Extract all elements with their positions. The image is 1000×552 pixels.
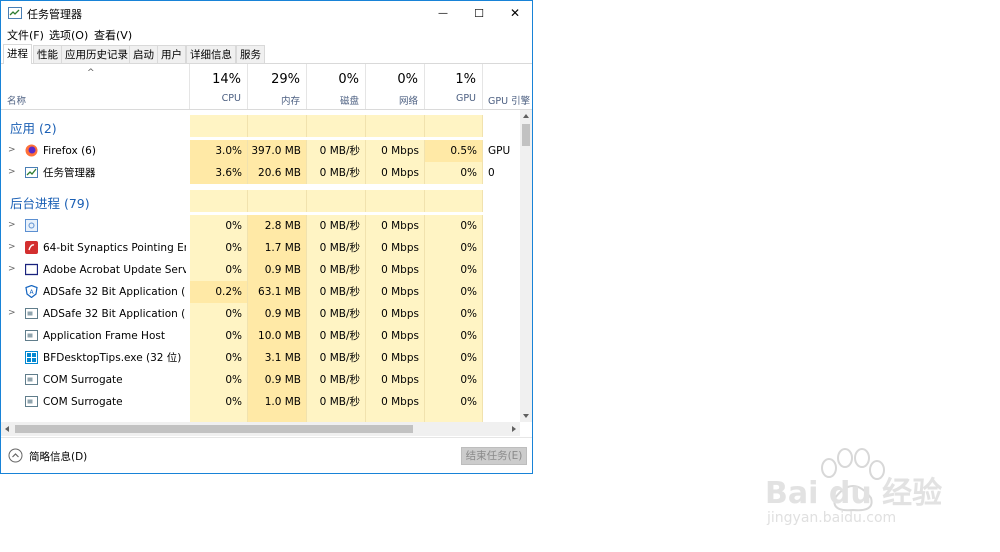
column-header-name[interactable]: ^ 名称 bbox=[1, 64, 190, 109]
application-window-icon bbox=[25, 308, 38, 319]
maximize-icon: ☐ bbox=[474, 6, 484, 20]
task-manager-icon bbox=[8, 7, 22, 19]
window-title: 任务管理器 bbox=[27, 8, 82, 21]
table-row[interactable]: > 64-bit Synaptics Pointing Enh... 0% 1.… bbox=[1, 237, 520, 259]
horizontal-scrollbar[interactable] bbox=[1, 422, 520, 436]
group-label-background: 后台进程 (79) bbox=[10, 196, 90, 211]
group-header-background[interactable]: 后台进程 (79) bbox=[1, 190, 520, 212]
task-manager-icon bbox=[25, 167, 38, 178]
close-button[interactable]: ✕ bbox=[497, 1, 532, 25]
tab-details[interactable]: 详细信息 bbox=[186, 45, 236, 63]
grid-app-icon bbox=[25, 351, 38, 364]
synaptics-icon bbox=[25, 241, 38, 254]
watermark-url: jingyan.baidu.com bbox=[767, 510, 897, 526]
application-window-icon bbox=[25, 330, 38, 341]
table-row[interactable]: BFDesktopTips.exe (32 位) 0% 3.1 MB 0 MB/… bbox=[1, 347, 520, 369]
column-header-gpu-engine[interactable]: GPU 引擎 bbox=[483, 64, 532, 109]
group-label-apps: 应用 (2) bbox=[10, 121, 57, 136]
scrollbar-graphics bbox=[522, 114, 530, 418]
table-row[interactable]: > Adobe Acrobat Update Servi... 0% 0.9 M… bbox=[1, 259, 520, 281]
expand-chevron-icon[interactable]: > bbox=[8, 167, 16, 177]
hscroll-thumb bbox=[15, 425, 413, 433]
table-row[interactable]: > Firefox (6) 3.0% 397.0 MB 0 MB/秒 0 Mbp… bbox=[1, 140, 520, 179]
scroll-left-icon bbox=[5, 426, 9, 432]
firefox-icon bbox=[25, 144, 38, 157]
menu-file[interactable]: 文件(F) bbox=[7, 27, 44, 43]
minimize-button[interactable]: — bbox=[425, 1, 461, 25]
tab-performance[interactable]: 性能 bbox=[33, 45, 62, 63]
tab-bar: 进程 性能 应用历史记录 启动 用户 详细信息 服务 bbox=[1, 44, 532, 64]
window-service-icon bbox=[25, 263, 38, 276]
shield-icon: A bbox=[25, 285, 38, 298]
scroll-right-icon bbox=[512, 426, 516, 432]
tab-services[interactable]: 服务 bbox=[236, 45, 265, 63]
expand-chevron-icon[interactable]: > bbox=[8, 308, 16, 318]
column-header-disk[interactable]: 0% 磁盘 bbox=[307, 64, 366, 109]
maximize-button[interactable]: ☐ bbox=[461, 1, 497, 25]
tab-startup[interactable]: 启动 bbox=[129, 45, 158, 63]
menu-options[interactable]: 选项(O) bbox=[49, 27, 88, 43]
task-manager-window: 任务管理器 — ☐ ✕ 文件(F) 选项(O) 查看(V) 进程 性能 应用历史… bbox=[0, 0, 533, 474]
chevron-up-circle-icon[interactable] bbox=[8, 448, 23, 463]
close-icon: ✕ bbox=[509, 6, 521, 20]
expand-chevron-icon[interactable]: > bbox=[8, 220, 16, 230]
column-header-gpu[interactable]: 1% GPU bbox=[425, 64, 483, 109]
group-header-apps[interactable]: 应用 (2) bbox=[1, 115, 520, 137]
hscrollbar-graphics bbox=[5, 425, 516, 433]
table-row-partial bbox=[1, 413, 520, 422]
table-row[interactable]: > 0% 2.8 MB 0 MB/秒 0 Mbps 0% bbox=[1, 215, 520, 237]
tab-users[interactable]: 用户 bbox=[157, 45, 186, 63]
tab-processes[interactable]: 进程 bbox=[3, 44, 32, 64]
table-row[interactable]: COM Surrogate 0% 0.9 MB 0 MB/秒 0 Mbps 0% bbox=[1, 369, 520, 391]
end-task-button[interactable]: 结束任务(E) bbox=[461, 447, 527, 465]
table-row[interactable]: > 任务管理器 3.6% 20.6 MB 0 MB/秒 0 Mbps 0% bbox=[1, 162, 520, 184]
table-row[interactable]: > ADSafe 32 Bit Application (3... 0% 0.9… bbox=[1, 303, 520, 325]
scroll-thumb bbox=[522, 124, 530, 146]
table-row[interactable]: Application Frame Host 0% 10.0 MB 0 MB/秒… bbox=[1, 325, 520, 347]
scroll-down-icon bbox=[523, 414, 529, 418]
column-header-row: ^ 名称 14% CPU 29% 内存 0% 磁盘 0% 网络 1% GPU G… bbox=[1, 64, 532, 110]
scroll-up-icon bbox=[523, 114, 529, 118]
fewer-details-link[interactable]: 简略信息(D) bbox=[29, 449, 87, 464]
title-bar: 任务管理器 — ☐ ✕ bbox=[1, 1, 532, 25]
watermark-brand: Bai du 经验 bbox=[765, 476, 943, 511]
footer-bar: 简略信息(D) 结束任务(E) bbox=[1, 437, 532, 473]
expand-chevron-icon[interactable]: > bbox=[8, 264, 16, 274]
expand-chevron-icon[interactable]: > bbox=[8, 242, 16, 252]
minimize-icon: — bbox=[438, 7, 448, 19]
baidu-watermark: Bai du 经验 jingyan.baidu.com bbox=[765, 440, 955, 543]
column-header-cpu[interactable]: 14% CPU bbox=[190, 64, 248, 109]
column-header-memory[interactable]: 29% 内存 bbox=[248, 64, 307, 109]
gear-icon bbox=[25, 219, 38, 232]
process-list: 应用 (2) > Firefox (6) 3.0% 397.0 MB 0 MB/… bbox=[1, 110, 520, 422]
application-window-icon bbox=[25, 374, 38, 385]
sort-ascending-icon: ^ bbox=[87, 68, 95, 78]
tab-app-history[interactable]: 应用历史记录 bbox=[61, 45, 132, 63]
menu-bar: 文件(F) 选项(O) 查看(V) bbox=[1, 26, 532, 42]
table-row[interactable]: COM Surrogate 0% 1.0 MB 0 MB/秒 0 Mbps 0% bbox=[1, 391, 520, 413]
column-header-network[interactable]: 0% 网络 bbox=[366, 64, 425, 109]
application-window-icon bbox=[25, 396, 38, 407]
table-row[interactable]: A ADSafe 32 Bit Application (3... 0.2% 6… bbox=[1, 281, 520, 303]
vertical-scrollbar[interactable] bbox=[520, 110, 532, 422]
menu-view[interactable]: 查看(V) bbox=[94, 27, 132, 43]
expand-chevron-icon[interactable]: > bbox=[8, 145, 16, 155]
